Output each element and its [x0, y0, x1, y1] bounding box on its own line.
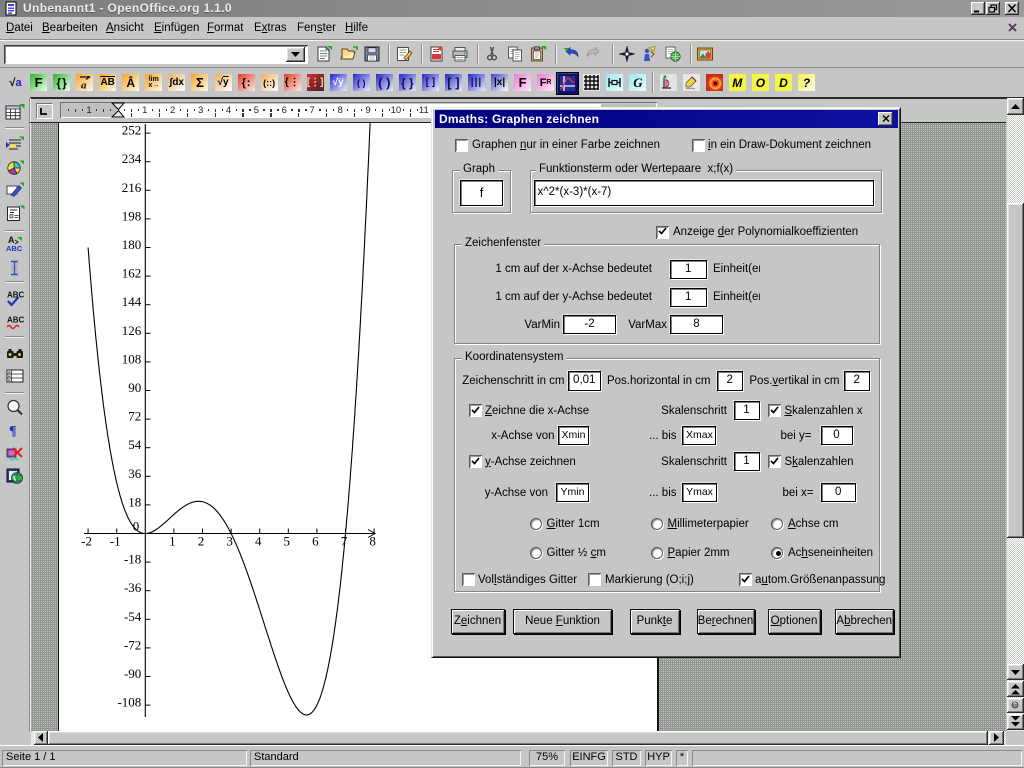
svg-text:5: 5 — [284, 534, 291, 549]
svg-text:180: 180 — [122, 237, 142, 252]
svg-text:1: 1 — [169, 534, 176, 549]
svg-text:8: 8 — [369, 534, 376, 549]
svg-text:54: 54 — [128, 437, 142, 452]
svg-text:4: 4 — [255, 534, 262, 549]
svg-text:7: 7 — [341, 534, 348, 549]
svg-text:3: 3 — [226, 534, 233, 549]
svg-text:36: 36 — [128, 466, 142, 481]
svg-text:216: 216 — [122, 180, 142, 195]
svg-text:a: a — [81, 79, 87, 90]
svg-text:ABC: ABC — [7, 316, 25, 325]
svg-text:-36: -36 — [124, 580, 142, 595]
svg-text:-1: -1 — [110, 534, 121, 549]
svg-text:198: 198 — [122, 208, 142, 223]
svg-text:252: 252 — [122, 123, 142, 138]
svg-text:18: 18 — [128, 494, 141, 509]
svg-text:90: 90 — [128, 380, 141, 395]
svg-text:ABC: ABC — [7, 290, 25, 299]
svg-text:126: 126 — [122, 323, 142, 338]
svg-text:162: 162 — [122, 266, 142, 281]
svg-text:144: 144 — [122, 294, 142, 309]
svg-text:ABC: ABC — [6, 244, 23, 253]
svg-text:6: 6 — [312, 534, 319, 549]
svg-text:-2: -2 — [81, 534, 92, 549]
svg-text:-108: -108 — [117, 695, 141, 710]
svg-text:-72: -72 — [124, 637, 141, 652]
svg-text:108: 108 — [122, 351, 142, 366]
svg-text:0: 0 — [133, 519, 140, 534]
svg-text:¶: ¶ — [9, 424, 17, 439]
svg-text:2: 2 — [198, 534, 205, 549]
svg-text:234: 234 — [122, 151, 142, 166]
svg-text:-90: -90 — [124, 666, 141, 681]
svg-text:72: 72 — [128, 409, 141, 424]
svg-text:-18: -18 — [124, 552, 141, 567]
svg-text:-54: -54 — [124, 609, 142, 624]
